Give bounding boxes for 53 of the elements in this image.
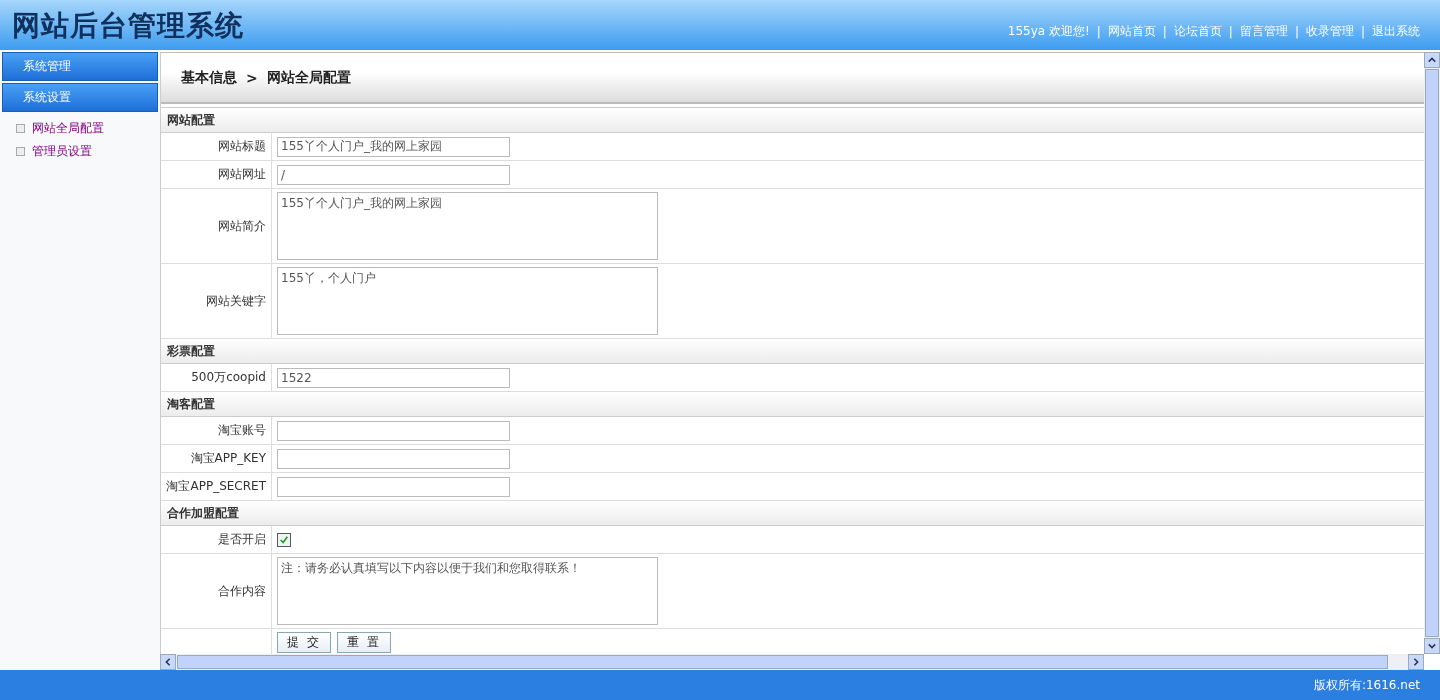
separator-text: |	[1360, 24, 1365, 39]
form-button[interactable]: 重 置	[337, 632, 391, 653]
checkbox[interactable]	[277, 532, 291, 547]
scroll-up-button[interactable]	[1424, 52, 1440, 68]
sidebar-menu-button[interactable]: 系统设置	[2, 83, 158, 112]
field-label: 网站标题	[218, 138, 266, 155]
breadcrumb-item: 基本信息	[181, 68, 237, 87]
scroll-down-button[interactable]	[1424, 638, 1440, 654]
section-title: 网站配置	[167, 111, 215, 129]
separator-text: |	[1096, 24, 1101, 39]
copyright-text: 版权所有:1616.net	[1313, 676, 1420, 694]
chevron-down-icon	[1428, 642, 1436, 650]
scroll-right-button[interactable]	[1408, 654, 1424, 670]
chevron-right-icon	[1412, 658, 1420, 666]
chevron-left-icon	[164, 658, 172, 666]
field-label: 网站简介	[218, 217, 266, 235]
field-label: 是否开启	[218, 531, 266, 548]
separator-text: |	[1228, 24, 1233, 39]
field-label: 500万coopid	[191, 369, 266, 386]
field-label: 淘宝APP_KEY	[190, 450, 266, 467]
text-field[interactable]	[277, 476, 510, 497]
breadcrumb-item: 网站全局配置	[266, 68, 351, 87]
sidebar-menu-button[interactable]: 系统管理	[2, 52, 158, 81]
text-field[interactable]	[277, 420, 510, 441]
sidebar-link[interactable]: 网站全局配置	[32, 120, 104, 137]
text-field[interactable]: 1522	[277, 367, 510, 388]
welcome-text: 155ya 欢迎您!	[1007, 23, 1090, 40]
separator-text: |	[1294, 24, 1299, 39]
scroll-left-button[interactable]	[160, 654, 176, 670]
section-title: 彩票配置	[167, 342, 215, 360]
field-label: 网站网址	[218, 166, 266, 183]
breadcrumb-separator: >	[246, 69, 258, 86]
sidebar-link[interactable]: 管理员设置	[32, 143, 92, 160]
text-area[interactable]: 155丫个人门户_我的网上家园	[277, 192, 658, 260]
field-label: 合作内容	[218, 582, 266, 600]
square-bullet-icon	[16, 147, 25, 156]
horizontal-scrollbar[interactable]	[160, 654, 1424, 670]
chevron-up-icon	[1428, 56, 1436, 64]
text-field[interactable]	[277, 448, 510, 469]
square-bullet-icon	[16, 124, 25, 133]
field-label: 淘宝APP_SECRET	[166, 478, 266, 495]
text-field[interactable]: 155丫个人门户_我的网上家园	[277, 136, 510, 157]
text-area[interactable]: 注：请务必认真填写以下内容以便于我们和您取得联系！	[277, 557, 658, 625]
form-button[interactable]: 提 交	[277, 632, 331, 653]
vertical-scrollbar[interactable]	[1424, 52, 1440, 654]
text-area[interactable]: 155丫，个人门户	[277, 267, 658, 335]
separator-text: |	[1162, 24, 1167, 39]
field-label: 淘宝账号	[218, 422, 266, 439]
field-label: 网站关键字	[206, 292, 266, 310]
site-title: 网站后台管理系统	[12, 8, 244, 44]
text-field[interactable]: /	[277, 164, 510, 185]
section-title: 淘客配置	[167, 395, 215, 413]
section-title: 合作加盟配置	[167, 504, 239, 522]
